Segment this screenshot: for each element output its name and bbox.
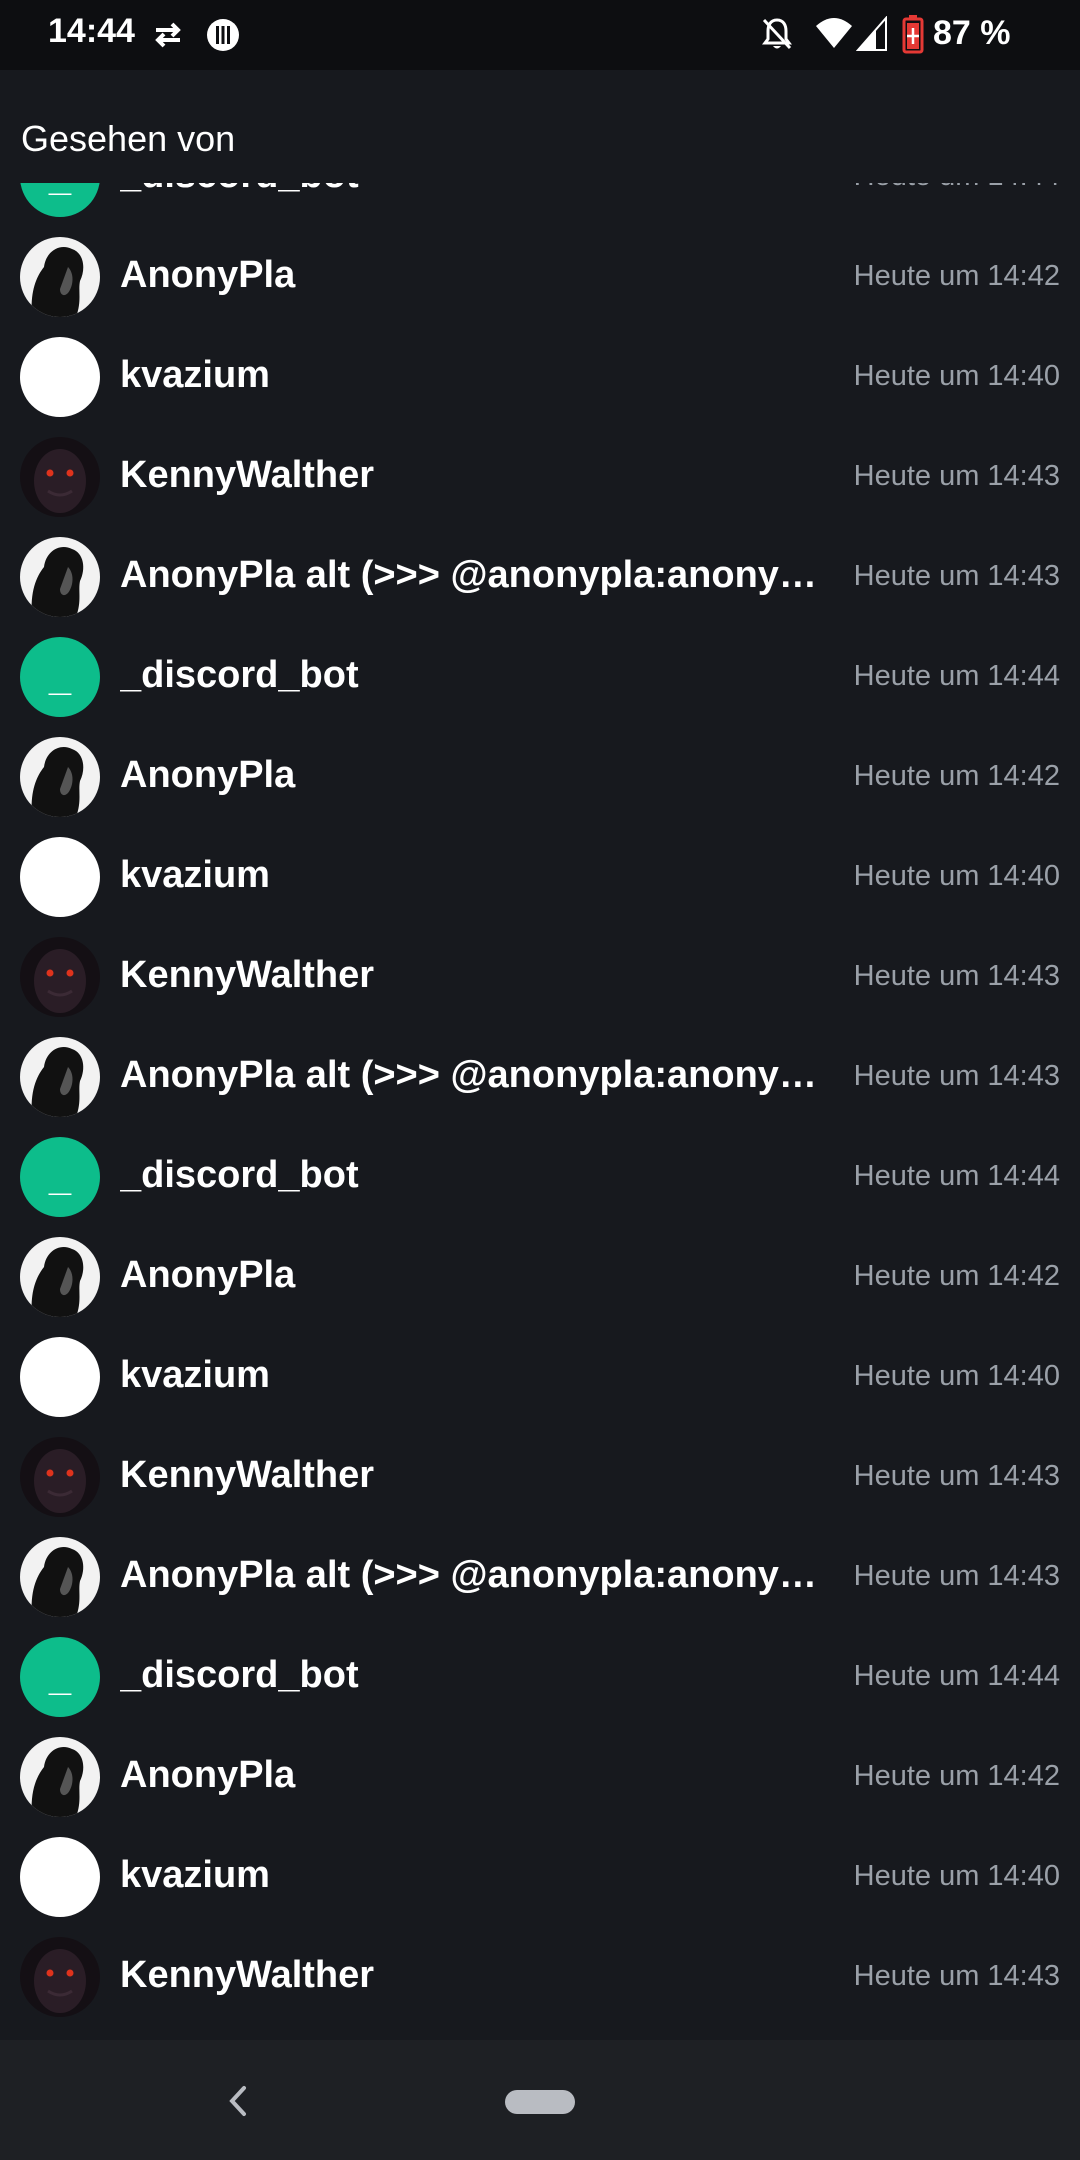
read-timestamp: Heute um 14:43 [853, 1560, 1060, 1592]
avatar[interactable]: _ [20, 637, 100, 717]
status-time: 14:44 [48, 12, 135, 50]
read-timestamp: Heute um 14:40 [853, 1860, 1060, 1892]
user-display-name: KennyWalther [120, 1454, 375, 1496]
read-timestamp: Heute um 14:44 [853, 1160, 1060, 1192]
home-pill-icon[interactable] [505, 2090, 575, 2114]
avatar[interactable] [20, 1537, 100, 1617]
avatar-letter: _ [20, 183, 100, 217]
avatar-letter: _ [48, 1655, 72, 1699]
receipts-rows: _ _discord_bot Heute um 14:44 AnonyPla Heute… [0, 183, 1080, 2027]
avatar[interactable] [20, 1937, 100, 2017]
user-display-name: kvazium [120, 354, 270, 396]
read-timestamp: Heute um 14:44 [853, 660, 1060, 692]
user-display-name: AnonyPla [120, 1254, 296, 1296]
user-display-name: KennyWalther [120, 454, 375, 496]
user-display-name: AnonyPla alt (>>> @anonypla:anonym… [120, 1554, 828, 1596]
read-timestamp: Heute um 14:44 [853, 1660, 1060, 1692]
avatar[interactable] [20, 437, 100, 517]
receipt-row[interactable]: _ _discord_bot Heute um 14:44 [0, 1127, 1080, 1227]
receipt-row[interactable]: _ _discord_bot Heute um 14:44 [0, 1627, 1080, 1727]
user-display-name: AnonyPla [120, 254, 296, 296]
status-bar: 14:44 87 % [0, 0, 1080, 70]
cell-signal-icon [855, 15, 888, 57]
user-display-name: _discord_bot [120, 654, 359, 696]
user-display-name: KennyWalther [120, 1954, 375, 1996]
receipt-row[interactable]: AnonyPla Heute um 14:42 [0, 227, 1080, 327]
receipt-row[interactable]: KennyWalther Heute um 14:43 [0, 427, 1080, 527]
notifications-off-icon [760, 16, 794, 57]
navigation-bar [0, 2040, 1080, 2160]
read-timestamp: Heute um 14:43 [853, 1960, 1060, 1992]
read-timestamp: Heute um 14:43 [853, 960, 1060, 992]
data-sync-icon [152, 20, 184, 55]
avatar[interactable] [20, 737, 100, 817]
read-timestamp: Heute um 14:43 [853, 560, 1060, 592]
read-timestamp: Heute um 14:43 [853, 460, 1060, 492]
avatar[interactable] [20, 1037, 100, 1117]
user-display-name: _discord_bot [120, 183, 828, 197]
avatar-letter: _ [48, 1155, 72, 1199]
user-display-name: _discord_bot [120, 1154, 359, 1196]
receipts-list[interactable]: _ _discord_bot Heute um 14:44 AnonyPla Heute… [0, 183, 1080, 2040]
avatar[interactable]: _ [20, 183, 100, 217]
read-timestamp: Heute um 14:40 [853, 360, 1060, 392]
read-timestamp: Heute um 14:43 [853, 1460, 1060, 1492]
user-display-name: AnonyPla alt (>>> @anonypla:anonym… [120, 554, 828, 596]
receipt-row[interactable]: kvazium Heute um 14:40 [0, 1827, 1080, 1927]
avatar[interactable] [20, 1237, 100, 1317]
read-timestamp: Heute um 14:40 [853, 1360, 1060, 1392]
user-display-name: _discord_bot [120, 1654, 359, 1696]
avatar[interactable] [20, 337, 100, 417]
user-display-name: kvazium [120, 854, 270, 896]
read-timestamp: Heute um 14:44 [854, 183, 1060, 193]
receipt-row[interactable]: _ _discord_bot Heute um 14:44 [0, 627, 1080, 727]
read-timestamp: Heute um 14:40 [853, 860, 1060, 892]
read-timestamp: Heute um 14:42 [853, 260, 1060, 292]
read-timestamp: Heute um 14:42 [853, 760, 1060, 792]
page-title: Gesehen von [21, 118, 236, 159]
avatar[interactable] [20, 1337, 100, 1417]
read-timestamp: Heute um 14:42 [853, 1260, 1060, 1292]
read-receipts-screen: Gesehen von _ _discord_bot Heute um 14:44 A… [0, 70, 1080, 2040]
battery-icon [902, 14, 924, 59]
avatar[interactable] [20, 937, 100, 1017]
avatar[interactable] [20, 1737, 100, 1817]
avatar[interactable]: _ [20, 1637, 100, 1717]
user-display-name: kvazium [120, 1354, 270, 1396]
receipt-row[interactable]: AnonyPla alt (>>> @anonypla:anonym… Heute… [0, 1527, 1080, 1627]
avatar[interactable] [20, 1837, 100, 1917]
receipt-row[interactable]: kvazium Heute um 14:40 [0, 827, 1080, 927]
avatar-letter: _ [48, 655, 72, 699]
receipt-row[interactable]: KennyWalther Heute um 14:43 [0, 927, 1080, 1027]
avatar[interactable]: _ [20, 1137, 100, 1217]
receipt-row[interactable]: kvazium Heute um 14:40 [0, 327, 1080, 427]
user-display-name: AnonyPla [120, 754, 296, 796]
avatar[interactable] [20, 837, 100, 917]
receipt-row[interactable]: kvazium Heute um 14:40 [0, 1327, 1080, 1427]
receipt-row[interactable]: AnonyPla Heute um 14:42 [0, 727, 1080, 827]
receipt-row[interactable]: KennyWalther Heute um 14:43 [0, 1427, 1080, 1527]
receipt-row[interactable]: _ _discord_bot Heute um 14:44 [0, 183, 1080, 227]
user-display-name: AnonyPla alt (>>> @anonypla:anonym… [120, 1054, 828, 1096]
read-timestamp: Heute um 14:42 [853, 1760, 1060, 1792]
battery-percent: 87 % [933, 14, 1011, 52]
back-icon[interactable] [222, 2076, 252, 2131]
wifi-icon [814, 16, 854, 55]
avatar[interactable] [20, 237, 100, 317]
avatar[interactable] [20, 537, 100, 617]
sd-card-icon [206, 18, 240, 57]
receipt-row[interactable]: AnonyPla Heute um 14:42 [0, 1227, 1080, 1327]
read-timestamp: Heute um 14:43 [853, 1060, 1060, 1092]
user-display-name: KennyWalther [120, 954, 375, 996]
receipt-row[interactable]: AnonyPla alt (>>> @anonypla:anonym… Heute… [0, 1027, 1080, 1127]
user-display-name: AnonyPla [120, 1754, 296, 1796]
avatar[interactable] [20, 1437, 100, 1517]
user-display-name: kvazium [120, 1854, 270, 1896]
receipt-row[interactable]: AnonyPla alt (>>> @anonypla:anonym… Heute… [0, 527, 1080, 627]
receipt-row[interactable]: AnonyPla Heute um 14:42 [0, 1727, 1080, 1827]
receipt-row[interactable]: KennyWalther Heute um 14:43 [0, 1927, 1080, 2027]
